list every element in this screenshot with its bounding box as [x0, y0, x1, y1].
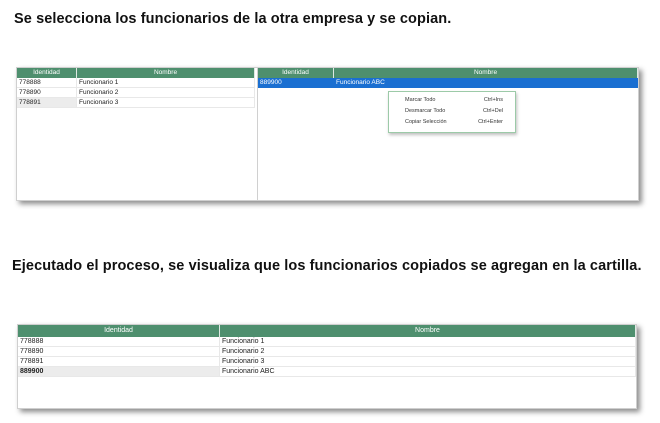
cell-identidad: 778888 — [18, 337, 220, 347]
cell-nombre: Funcionario 2 — [77, 88, 255, 98]
table-row[interactable]: 778888 Funcionario 1 — [18, 337, 636, 347]
grid-header: Identidad Nombre — [17, 68, 255, 78]
result-panel: Identidad Nombre 778888 Funcionario 1 77… — [17, 324, 637, 409]
cell-identidad: 778890 — [18, 347, 220, 357]
column-header-nombre[interactable]: Nombre — [220, 325, 636, 337]
cell-identidad: 778891 — [17, 98, 77, 108]
table-row[interactable]: 889900 Funcionario ABC — [18, 367, 636, 377]
column-header-identidad[interactable]: Identidad — [18, 325, 220, 337]
grid-header: Identidad Nombre — [258, 68, 638, 78]
menu-item-copiar-seleccion[interactable]: Copiar Selección Ctrl+Enter — [389, 117, 515, 128]
cell-identidad: 889900 — [258, 78, 334, 88]
table-row[interactable]: 778890 Funcionario 2 — [17, 88, 255, 98]
column-header-nombre[interactable]: Nombre — [77, 68, 255, 78]
cell-nombre: Funcionario ABC — [220, 367, 636, 377]
menu-item-desmarcar-todo[interactable]: Desmarcar Todo Ctrl+Del — [389, 106, 515, 117]
cell-nombre: Funcionario 3 — [77, 98, 255, 108]
copy-screen-panel: Identidad Nombre 778888 Funcionario 1 77… — [16, 67, 639, 201]
menu-item-label: Desmarcar Todo — [405, 108, 446, 114]
cell-nombre: Funcionario 1 — [77, 78, 255, 88]
table-row[interactable]: 778891 Funcionario 3 — [17, 98, 255, 108]
cell-identidad: 889900 — [18, 367, 220, 377]
cell-nombre: Funcionario 1 — [220, 337, 636, 347]
menu-item-label: Marcar Todo — [405, 97, 436, 103]
menu-item-shortcut: Ctrl+Ins — [483, 97, 503, 103]
table-row[interactable]: 778890 Funcionario 2 — [18, 347, 636, 357]
cell-identidad: 778891 — [18, 357, 220, 367]
table-row[interactable]: 778888 Funcionario 1 — [17, 78, 255, 88]
cell-identidad: 778890 — [17, 88, 77, 98]
context-menu: Marcar Todo Ctrl+Ins Desmarcar Todo Ctrl… — [388, 91, 516, 133]
menu-item-shortcut: Ctrl+Del — [482, 108, 503, 114]
cell-nombre: Funcionario ABC — [334, 78, 638, 88]
menu-item-shortcut: Ctrl+Enter — [478, 119, 503, 125]
menu-item-label: Copiar Selección — [405, 119, 447, 125]
column-header-nombre[interactable]: Nombre — [334, 68, 638, 78]
cell-nombre: Funcionario 2 — [220, 347, 636, 357]
selected-table-row[interactable]: 889900 Funcionario ABC — [258, 78, 638, 88]
cell-nombre: Funcionario 3 — [220, 357, 636, 367]
other-company-grid: Identidad Nombre 889900 Funcionario ABC — [257, 68, 638, 200]
instruction-heading-bottom: Ejecutado el proceso, se visualiza que l… — [12, 258, 642, 274]
grid-header: Identidad Nombre — [18, 325, 636, 337]
instruction-heading-top: Se selecciona los funcionarios de la otr… — [14, 11, 452, 27]
table-row[interactable]: 778891 Funcionario 3 — [18, 357, 636, 367]
source-employees-grid: Identidad Nombre 778888 Funcionario 1 77… — [17, 68, 255, 200]
cell-identidad: 778888 — [17, 78, 77, 88]
result-employees-grid: Identidad Nombre 778888 Funcionario 1 77… — [18, 325, 636, 377]
column-header-identidad[interactable]: Identidad — [258, 68, 334, 78]
menu-item-marcar-todo[interactable]: Marcar Todo Ctrl+Ins — [389, 95, 515, 106]
column-header-identidad[interactable]: Identidad — [17, 68, 77, 78]
